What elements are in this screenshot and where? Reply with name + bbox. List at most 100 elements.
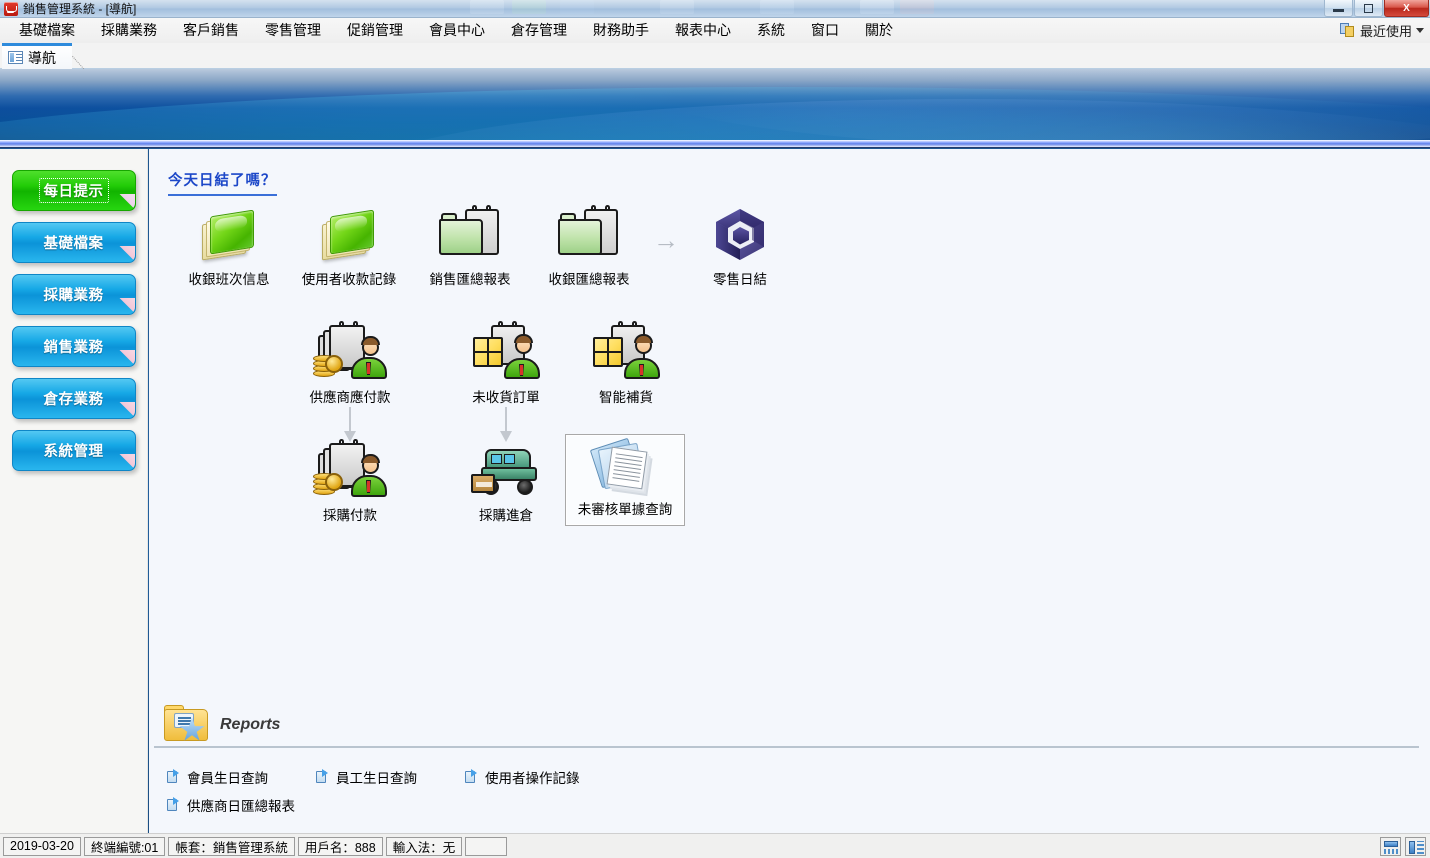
list-view-icon: [8, 51, 23, 64]
document-icon: [316, 769, 330, 784]
minimize-icon: [1333, 9, 1344, 12]
icon-retail-daily-close[interactable]: 零售日結: [680, 199, 800, 288]
icon-label: 未收貨訂單: [472, 390, 540, 405]
window-title: 銷售管理系統 - [導航]: [23, 2, 137, 16]
report-link-member-birthday[interactable]: 會員生日查詢: [167, 767, 268, 787]
truck-icon: [446, 435, 566, 497]
menu-about[interactable]: 關於: [852, 19, 906, 42]
icon-purchase-payment[interactable]: 採購付款: [290, 435, 410, 524]
menu-purchasing[interactable]: 採購業務: [88, 19, 170, 42]
chevron-down-icon[interactable]: [1416, 28, 1424, 33]
report-link-user-operation-log[interactable]: 使用者操作記錄: [465, 767, 580, 787]
sidebar-item-label: 倉存業務: [43, 392, 104, 408]
reports-title: Reports: [220, 716, 281, 733]
sidebar-item-system-admin[interactable]: 系統管理: [11, 430, 136, 471]
recent-used-label: 最近使用: [1359, 24, 1412, 39]
restore-button[interactable]: [1354, 0, 1383, 17]
icon-cashier-summary-report[interactable]: 收銀匯總報表: [529, 199, 649, 288]
icon-user-payment-record[interactable]: 使用者收款記錄: [289, 199, 409, 288]
sidebar-item-label: 基礎檔案: [43, 236, 104, 252]
sidebar-item-inventory[interactable]: 倉存業務: [11, 378, 136, 419]
reports-header: Reports: [154, 704, 1419, 748]
status-account-set: 帳套：銷售管理系統: [168, 836, 295, 856]
report-link-label: 供應商日匯總報表: [187, 799, 295, 814]
icon-label: 零售日結: [713, 272, 767, 287]
icon-sales-summary-report[interactable]: 銷售匯總報表: [410, 199, 530, 288]
sidebar-item-label: 採購業務: [43, 288, 104, 304]
restore-icon: [1364, 3, 1373, 13]
icon-label: 收銀匯總報表: [548, 272, 630, 287]
status-input-method: 輸入法：无: [385, 836, 463, 856]
status-spare-cell: [465, 836, 508, 856]
icon-label: 未審核單據查詢: [577, 502, 673, 517]
clipboard-person-coins-icon: [290, 435, 410, 497]
icon-label: 採購進倉: [479, 508, 533, 523]
status-username: 用戶名：888: [297, 836, 383, 856]
box-person-icon: [566, 317, 686, 379]
clipboard-folder-icon: [410, 199, 530, 261]
menu-membership[interactable]: 會員中心: [416, 19, 498, 42]
sidebar-item-daily-tips[interactable]: 每日提示: [11, 170, 136, 211]
section-title: 今天日結了嗎？: [168, 169, 277, 196]
banner-divider: [0, 140, 1430, 148]
menu-finance[interactable]: 財務助手: [580, 19, 662, 42]
dogear-icon: [116, 350, 135, 366]
dogear-icon: [116, 246, 135, 262]
icon-cashier-shift-info[interactable]: 收銀班次信息: [169, 199, 289, 288]
report-link-staff-birthday[interactable]: 員工生日查詢: [316, 767, 417, 787]
icon-unapproved-document-query[interactable]: 未審核單據查詢: [565, 434, 685, 526]
report-link-supplier-daily-summary[interactable]: 供應商日匯總報表: [167, 795, 295, 815]
cart-icon: [4, 1, 18, 16]
sidebar-item-purchasing[interactable]: 採購業務: [11, 274, 136, 315]
menu-system[interactable]: 系統: [744, 19, 798, 42]
sidebar: 每日提示 基礎檔案 採購業務 銷售業務 倉存業務 系統管理: [0, 149, 148, 833]
tab-navigation[interactable]: 導航: [2, 43, 72, 69]
dogear-icon: [116, 194, 135, 210]
sidebar-item-label: 系統管理: [43, 444, 104, 460]
menu-window[interactable]: 窗口: [798, 19, 852, 42]
recent-used-button[interactable]: 最近使用: [1339, 18, 1424, 43]
sidebar-item-base-file[interactable]: 基礎檔案: [11, 222, 136, 263]
menu-reports[interactable]: 報表中心: [662, 19, 744, 42]
icon-label: 供應商應付款: [309, 390, 391, 405]
status-date: 2019-03-20: [3, 836, 81, 856]
purple-cube-glyph: [716, 209, 764, 260]
minimize-button[interactable]: [1324, 0, 1353, 17]
icon-label: 收銀班次信息: [188, 272, 270, 287]
sidebar-item-sales[interactable]: 銷售業務: [11, 326, 136, 367]
icon-unreceived-orders[interactable]: 未收貨訂單: [446, 317, 566, 406]
icon-label: 使用者收款記錄: [301, 272, 397, 287]
arrow-right-icon: →: [653, 225, 679, 255]
icon-supplier-payable[interactable]: 供應商應付款: [290, 317, 410, 406]
tab-strip: 導航: [0, 43, 1430, 69]
menu-promotion[interactable]: 促銷管理: [334, 19, 416, 42]
folder-star-icon: [162, 705, 212, 745]
menu-retail[interactable]: 零售管理: [252, 19, 334, 42]
menu-base-file[interactable]: 基礎檔案: [6, 19, 88, 42]
sidebar-item-label: 每日提示: [38, 178, 109, 203]
dogear-icon: [116, 298, 135, 314]
title-bar: 銷售管理系統 - [導航] X: [0, 0, 1430, 18]
menu-inventory[interactable]: 倉存管理: [498, 19, 580, 42]
icon-smart-replenishment[interactable]: 智能補貨: [566, 317, 686, 406]
document-icon: [465, 769, 479, 784]
layout-horizontal-icon[interactable]: [1380, 836, 1401, 856]
icon-label: 智能補貨: [599, 390, 653, 405]
layout-vertical-icon[interactable]: [1405, 836, 1426, 856]
purple-cube-icon: [680, 199, 800, 261]
close-button[interactable]: X: [1384, 0, 1429, 17]
document-icon: [167, 797, 181, 812]
menu-bar: 基礎檔案 採購業務 客戶銷售 零售管理 促銷管理 會員中心 倉存管理 財務助手 …: [0, 18, 1430, 43]
tab-navigation-label: 導航: [28, 49, 56, 66]
dogear-icon: [116, 402, 135, 418]
document-stack-icon: [566, 437, 684, 493]
clipboard-folder-icon: [529, 199, 649, 261]
tab-edge-divider: [72, 43, 98, 69]
document-icon: [167, 769, 181, 784]
icon-purchase-receiving[interactable]: 採購進倉: [446, 435, 566, 524]
application-window: 銷售管理系統 - [導航] X 基礎檔案 採購業務 客戶銷售 零售管理 促銷管理…: [0, 0, 1430, 858]
icon-label: 採購付款: [323, 508, 377, 523]
box-person-icon: [446, 317, 566, 379]
menu-customer-sales[interactable]: 客戶銷售: [170, 19, 252, 42]
report-link-label: 使用者操作記錄: [485, 771, 580, 786]
